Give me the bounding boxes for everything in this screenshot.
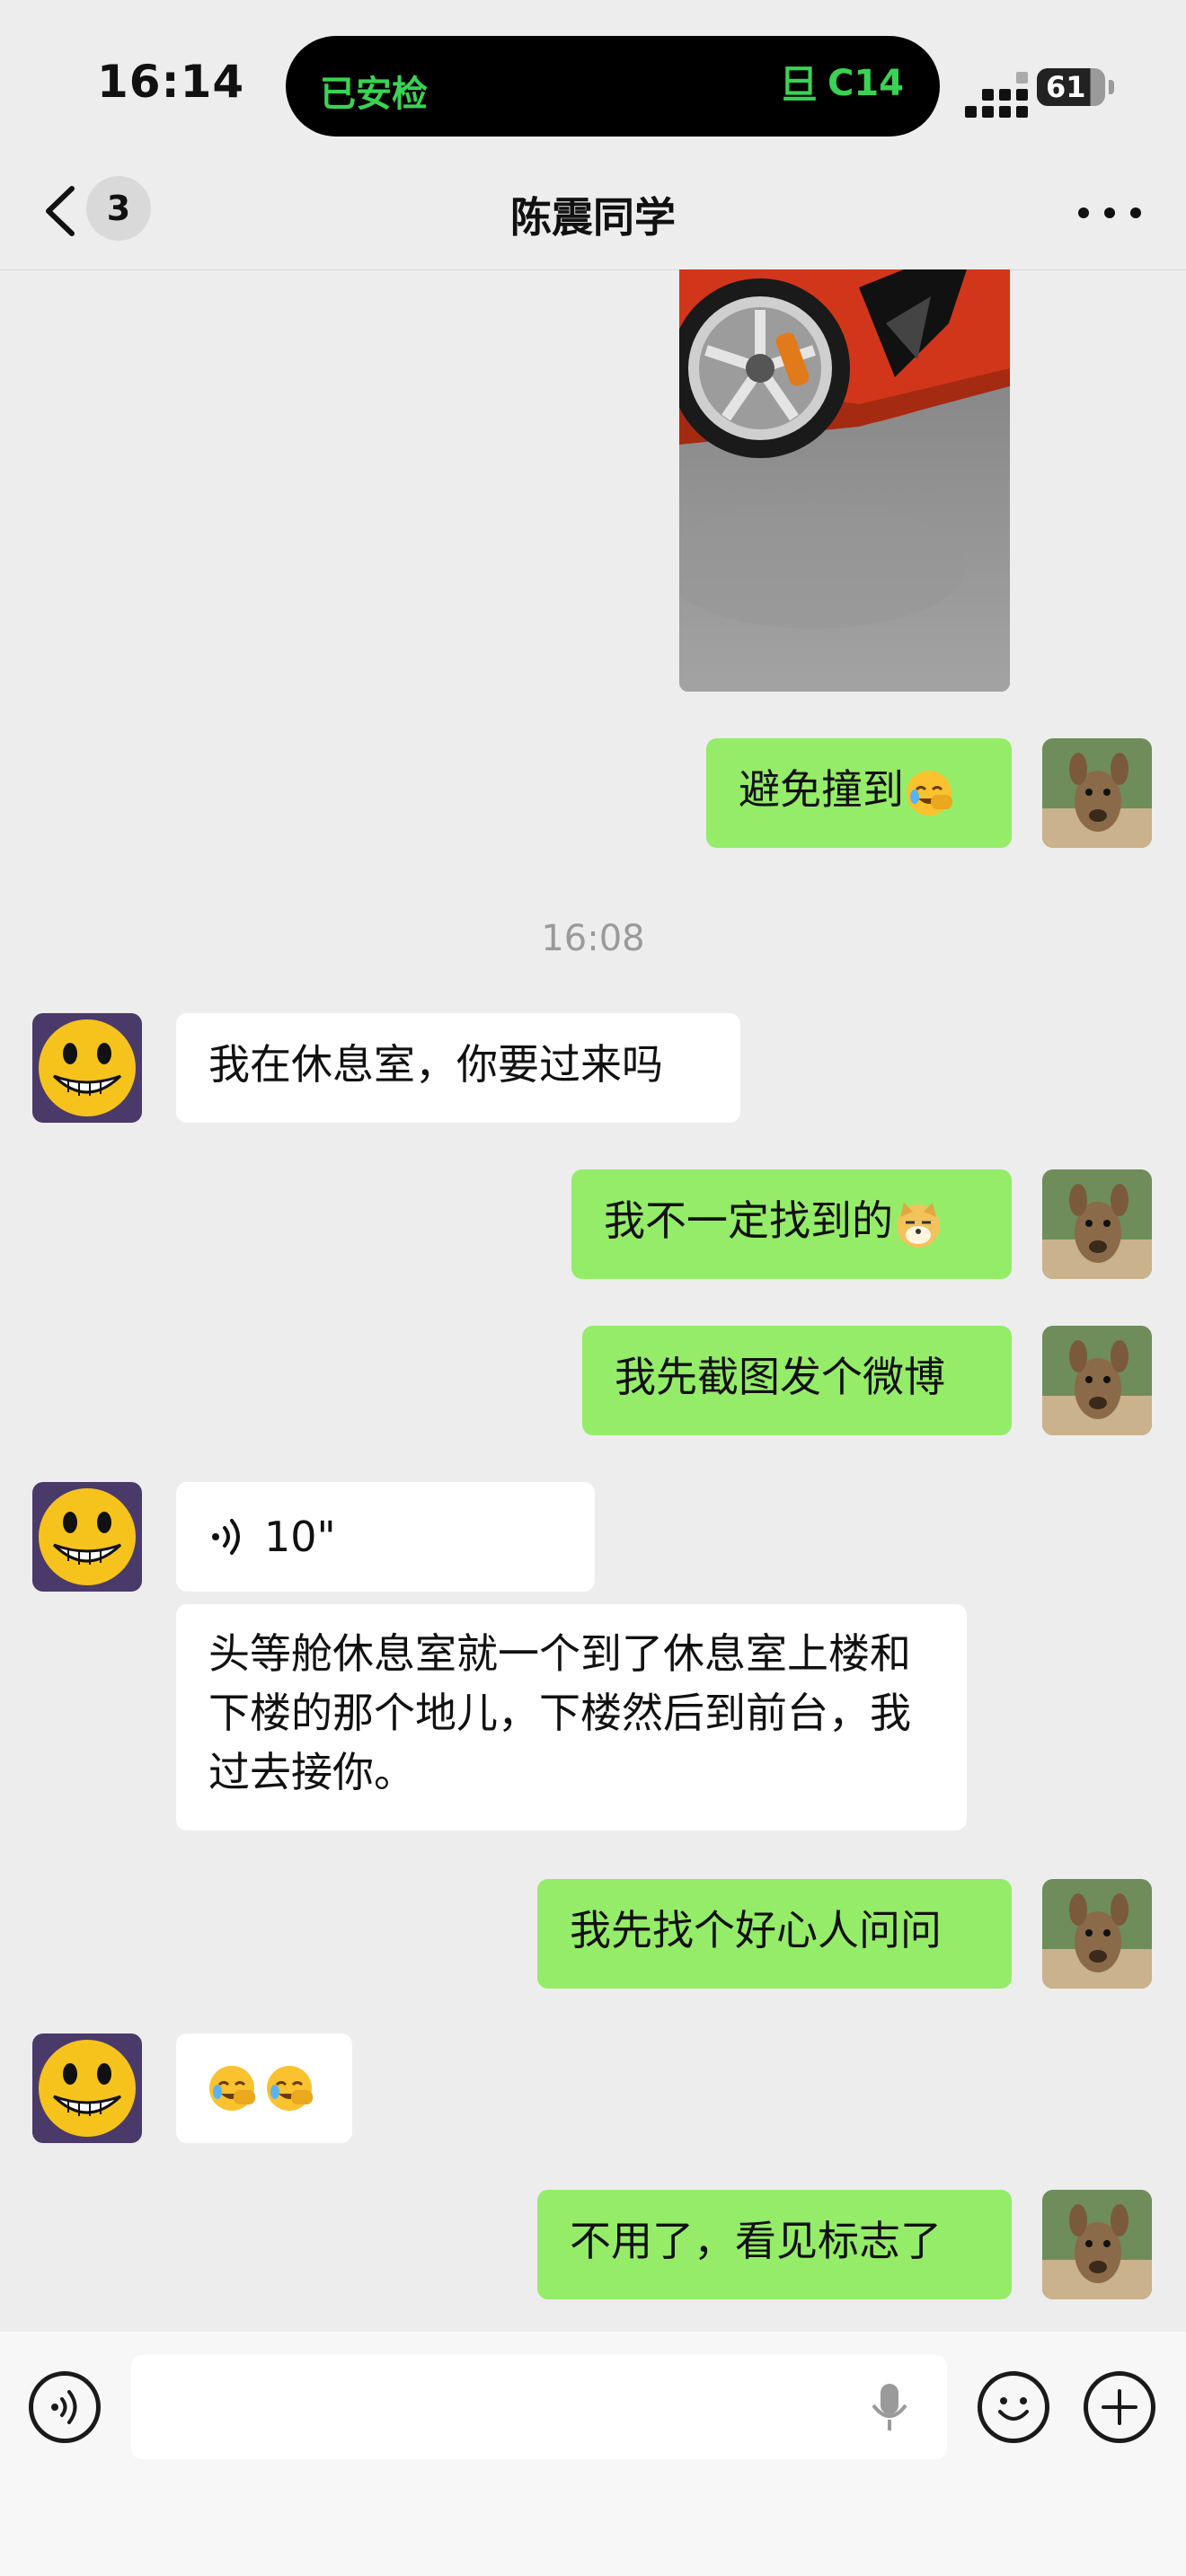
my-message-bubble[interactable]: 不用了，看见标志了 — [537, 2190, 1012, 2299]
voice-input-toggle-button[interactable] — [29, 2371, 101, 2443]
laughing-facepalm-emoji-icon — [907, 770, 952, 816]
voice-wave-icon — [51, 2390, 77, 2424]
message-text: 我在休息室，你要过来吗 — [208, 1040, 663, 1089]
my-avatar[interactable] — [1042, 1326, 1152, 1435]
gate-number: C14 — [827, 63, 904, 104]
contact-avatar[interactable] — [32, 1482, 142, 1592]
more-actions-button[interactable] — [1084, 2371, 1155, 2443]
chat-title: 陈震同学 — [510, 193, 676, 242]
plus-icon — [1102, 2389, 1137, 2425]
contact-avatar[interactable] — [32, 1013, 142, 1123]
car-photo — [679, 269, 1010, 692]
message-text: 我不一定找到的 — [604, 1196, 893, 1245]
more-options-icon[interactable] — [1078, 199, 1141, 226]
emoji-button[interactable] — [978, 2371, 1049, 2443]
message-text: 头等舱休息室就一个到了休息室上楼和下楼的那个地儿，下楼然后到前台，我过去接你。 — [208, 1629, 911, 1796]
message-input[interactable] — [131, 2355, 947, 2459]
doge-emoji-icon — [897, 1202, 940, 1248]
my-message-bubble[interactable]: 我先截图发个微博 — [582, 1326, 1012, 1435]
message-text: 不用了，看见标志了 — [570, 2217, 942, 2265]
contact-message-bubble[interactable]: 我在休息室，你要过来吗 — [176, 1013, 740, 1123]
my-message-bubble[interactable]: 我不一定找到的 — [571, 1169, 1012, 1279]
my-avatar[interactable] — [1042, 738, 1152, 848]
message-text: 我先截图发个微博 — [615, 1353, 945, 1401]
emoji-message-bubble[interactable] — [176, 2033, 352, 2143]
chat-header: 3 陈震同学 — [0, 153, 1186, 270]
message-text: 我先找个好心人问问 — [570, 1906, 942, 1954]
status-time: 16:14 — [97, 56, 245, 108]
my-avatar[interactable] — [1042, 1879, 1152, 1989]
battery-icon: 61 — [1037, 68, 1114, 106]
battery-level: 61 — [1046, 70, 1086, 104]
my-avatar[interactable] — [1042, 2190, 1152, 2299]
cellular-signal-icon — [965, 72, 1028, 118]
microphone-icon[interactable] — [868, 2380, 911, 2434]
security-check-status: 已安检 — [320, 74, 428, 115]
voice-wave-icon — [212, 1519, 240, 1555]
laughing-facepalm-emoji-icon — [267, 2066, 313, 2111]
chat-input-bar — [0, 2332, 1186, 2576]
my-message-bubble[interactable]: 避免撞到 — [706, 738, 1012, 848]
my-message-bubble[interactable]: 我先找个好心人问问 — [537, 1879, 1012, 1989]
gate-icon — [783, 66, 816, 101]
voice-duration: 10" — [264, 1513, 336, 1561]
contact-avatar[interactable] — [32, 2033, 142, 2143]
message-text: 避免撞到 — [739, 765, 904, 814]
contact-message-bubble[interactable]: 头等舱休息室就一个到了休息室上楼和下楼的那个地儿，下楼然后到前台，我过去接你。 — [176, 1604, 967, 1831]
my-avatar[interactable] — [1042, 1169, 1152, 1279]
laughing-facepalm-emoji-icon — [209, 2066, 255, 2111]
image-message[interactable] — [679, 269, 1010, 692]
message-timestamp: 16:08 — [541, 918, 645, 959]
dynamic-island[interactable]: 已安检 C14 — [286, 36, 940, 137]
voice-message-bubble[interactable]: 10" — [176, 1482, 595, 1592]
smiley-icon — [998, 2397, 1029, 2421]
